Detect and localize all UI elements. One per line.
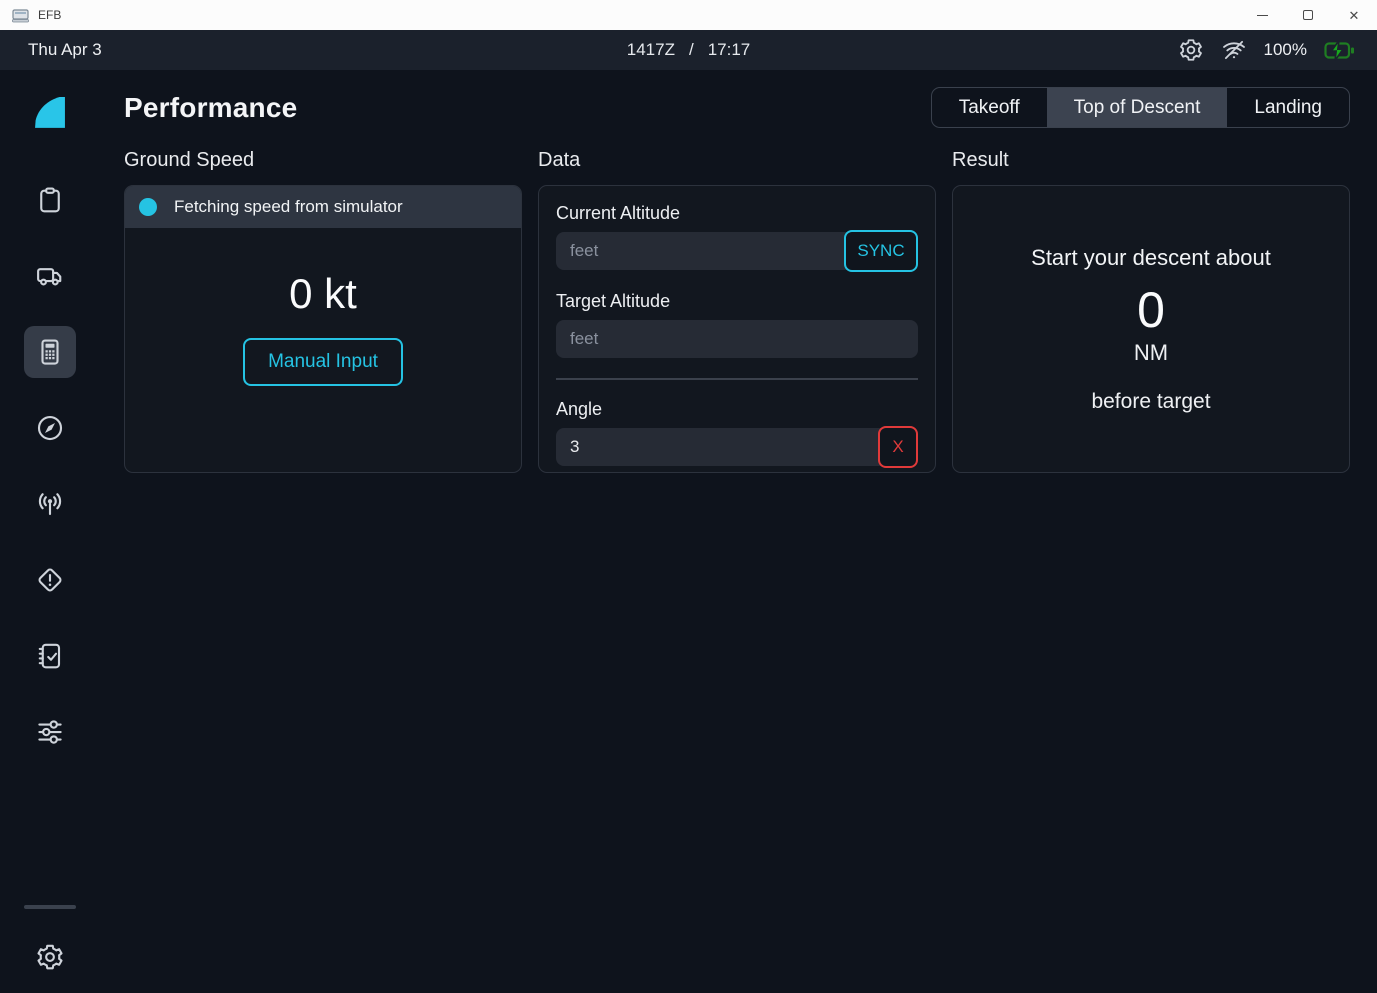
antenna-icon bbox=[35, 489, 65, 519]
time-local: 17:17 bbox=[708, 40, 751, 60]
result-line2: before target bbox=[1091, 390, 1210, 414]
tab-takeoff[interactable]: Takeoff bbox=[932, 88, 1047, 127]
efb-statusbar: Thu Apr 3 1417Z / 17:17 100% bbox=[0, 30, 1377, 70]
sliders-icon bbox=[35, 717, 65, 747]
app-logo bbox=[34, 92, 66, 134]
result-title: Result bbox=[952, 149, 1350, 172]
sidebar-item-options[interactable] bbox=[24, 706, 76, 758]
angle-label: Angle bbox=[556, 399, 918, 420]
status-date: Thu Apr 3 bbox=[28, 40, 102, 60]
sidebar-divider bbox=[24, 905, 76, 909]
sync-button[interactable]: SYNC bbox=[844, 230, 918, 272]
tab-landing[interactable]: Landing bbox=[1227, 88, 1349, 127]
window-title: EFB bbox=[38, 8, 61, 22]
battery-charging-icon bbox=[1324, 40, 1355, 61]
sidebar-item-performance[interactable] bbox=[24, 326, 76, 378]
status-text: Fetching speed from simulator bbox=[174, 197, 403, 217]
sidebar-item-hazards[interactable] bbox=[24, 554, 76, 606]
minimize-icon bbox=[1257, 15, 1268, 16]
sidebar-item-navigation[interactable] bbox=[24, 402, 76, 454]
result-line1: Start your descent about bbox=[1031, 245, 1271, 271]
ground-speed-card: Fetching speed from simulator 0 kt Manua… bbox=[124, 185, 522, 473]
sidebar-item-ground-services[interactable] bbox=[24, 250, 76, 302]
ground-speed-status: Fetching speed from simulator bbox=[125, 186, 521, 228]
current-altitude-label: Current Altitude bbox=[556, 203, 918, 224]
data-card: Current Altitude SYNC Target Altitude An… bbox=[538, 185, 936, 473]
maximize-button[interactable] bbox=[1285, 0, 1331, 30]
sidebar-item-comms[interactable] bbox=[24, 478, 76, 530]
efb-app-icon bbox=[12, 7, 30, 23]
time-separator: / bbox=[689, 40, 694, 60]
battery-status bbox=[1324, 40, 1355, 61]
wifi-status bbox=[1221, 37, 1247, 63]
checklist-icon bbox=[35, 641, 65, 671]
status-dot-icon bbox=[139, 198, 157, 216]
calculator-icon bbox=[35, 337, 65, 367]
angle-clear-button[interactable]: X bbox=[878, 426, 918, 468]
sidebar-nav bbox=[24, 174, 76, 758]
sidebar-item-flight-plan[interactable] bbox=[24, 174, 76, 226]
os-titlebar: EFB ✕ bbox=[0, 0, 1377, 30]
time-zulu: 1417Z bbox=[627, 40, 675, 60]
result-column: Result Start your descent about 0 NM bef… bbox=[952, 149, 1350, 473]
hazard-diamond-icon bbox=[35, 565, 65, 595]
manual-input-button[interactable]: Manual Input bbox=[243, 338, 403, 386]
performance-tabs: Takeoff Top of Descent Landing bbox=[931, 87, 1350, 128]
clipboard-icon bbox=[35, 185, 65, 215]
status-clock: 1417Z / 17:17 bbox=[627, 40, 750, 60]
compass-icon bbox=[35, 413, 65, 443]
data-divider bbox=[556, 378, 918, 380]
battery-percent: 100% bbox=[1264, 40, 1307, 60]
gear-icon bbox=[1178, 37, 1204, 63]
page-title: Performance bbox=[124, 92, 297, 124]
truck-icon bbox=[35, 261, 65, 291]
result-unit: NM bbox=[1134, 340, 1168, 366]
ground-speed-value: 0 kt bbox=[289, 270, 357, 318]
airline-tailfin-logo-icon bbox=[34, 97, 66, 129]
close-icon: ✕ bbox=[1349, 9, 1360, 22]
data-title: Data bbox=[538, 149, 936, 172]
data-column: Data Current Altitude SYNC Target Altitu… bbox=[538, 149, 936, 473]
minimize-button[interactable] bbox=[1239, 0, 1285, 30]
result-card: Start your descent about 0 NM before tar… bbox=[952, 185, 1350, 473]
sidebar bbox=[0, 70, 100, 993]
target-altitude-input[interactable] bbox=[556, 320, 918, 358]
sidebar-item-checklists[interactable] bbox=[24, 630, 76, 682]
maximize-icon bbox=[1303, 10, 1313, 20]
wifi-off-icon bbox=[1221, 37, 1247, 63]
angle-input[interactable] bbox=[556, 428, 918, 466]
settings-gear-button[interactable] bbox=[1178, 37, 1204, 63]
result-value: 0 bbox=[1137, 283, 1165, 338]
gear-icon bbox=[35, 942, 65, 972]
target-altitude-label: Target Altitude bbox=[556, 291, 918, 312]
ground-speed-title: Ground Speed bbox=[124, 149, 522, 172]
tab-top-of-descent[interactable]: Top of Descent bbox=[1047, 88, 1228, 127]
sidebar-item-settings[interactable] bbox=[24, 931, 76, 983]
main-content: Performance Takeoff Top of Descent Landi… bbox=[100, 70, 1377, 993]
close-button[interactable]: ✕ bbox=[1331, 0, 1377, 30]
ground-speed-column: Ground Speed Fetching speed from simulat… bbox=[124, 149, 522, 473]
